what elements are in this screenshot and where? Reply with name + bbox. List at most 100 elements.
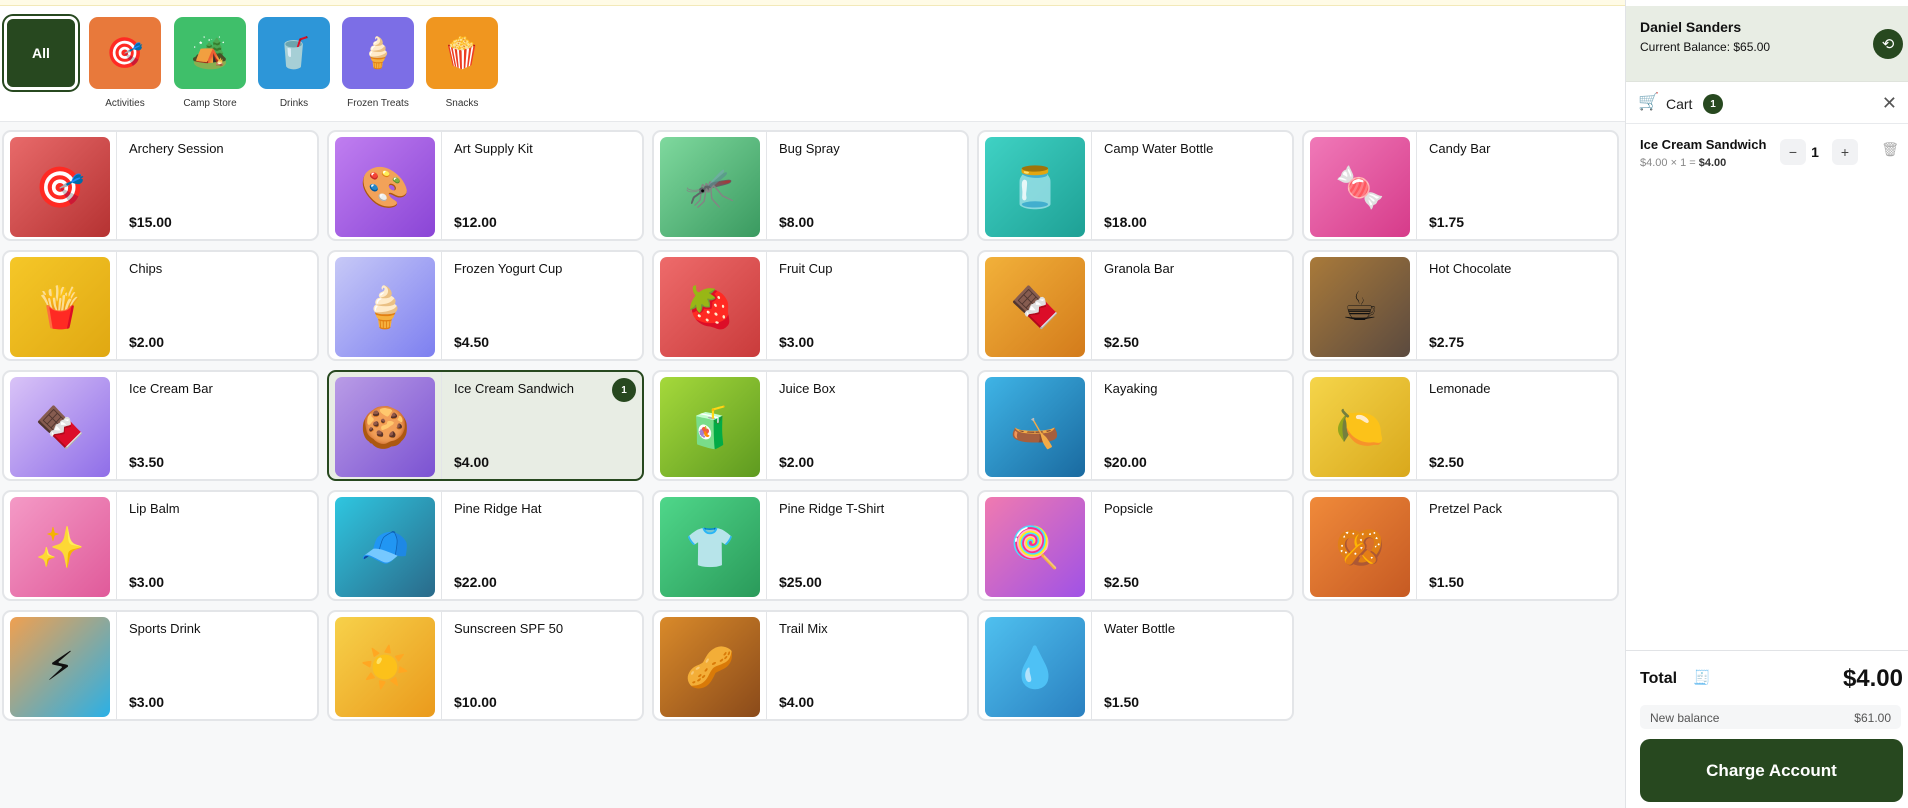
divider bbox=[1091, 372, 1092, 479]
cart-item: Ice Cream Sandwich $4.00 × 1 = $4.00 − 1… bbox=[1626, 127, 1908, 177]
divider bbox=[441, 492, 442, 599]
product-card[interactable]: 🛶 Kayaking $20.00 bbox=[977, 370, 1294, 481]
category-camp-store[interactable]: 🏕️ Camp Store bbox=[174, 17, 246, 109]
charge-account-button[interactable]: Charge Account bbox=[1640, 739, 1903, 802]
customer-name: Daniel Sanders bbox=[1640, 19, 1742, 35]
cart-header: 🛒 Cart 1 ✕ bbox=[1626, 84, 1908, 124]
product-name: Art Supply Kit bbox=[454, 141, 533, 156]
product-card[interactable]: 🎯 Archery Session $15.00 bbox=[2, 130, 319, 241]
cart-icon: 🛒 bbox=[1638, 92, 1660, 111]
trash-icon[interactable]: 🗑 bbox=[1881, 141, 1899, 158]
product-icon: 🧃 bbox=[660, 377, 760, 477]
product-price: $3.00 bbox=[779, 334, 815, 350]
product-card[interactable]: 🥨 Pretzel Pack $1.50 bbox=[1302, 490, 1619, 601]
increase-quantity-button[interactable]: + bbox=[1832, 139, 1858, 165]
close-icon[interactable]: ✕ bbox=[1882, 93, 1897, 114]
divider bbox=[766, 492, 767, 599]
product-card[interactable]: ✨ Lip Balm $3.00 bbox=[2, 490, 319, 601]
product-icon: 🍓 bbox=[660, 257, 760, 357]
product-name: Chips bbox=[129, 261, 163, 276]
divider bbox=[766, 612, 767, 719]
product-icon: 🍪 bbox=[335, 377, 435, 477]
category-icon: 🏕️ bbox=[174, 17, 246, 89]
product-name: Ice Cream Bar bbox=[129, 381, 213, 396]
total-label: Total bbox=[1640, 670, 1678, 687]
product-icon: ⚡ bbox=[10, 617, 110, 717]
product-icon: 🍋 bbox=[1310, 377, 1410, 477]
product-icon: 🍭 bbox=[985, 497, 1085, 597]
product-price: $25.00 bbox=[779, 574, 822, 590]
category-frozen-treats[interactable]: 🍦 Frozen Treats bbox=[342, 17, 414, 109]
product-card[interactable]: 🍟 Chips $2.00 bbox=[2, 250, 319, 361]
divider bbox=[766, 252, 767, 359]
product-icon: 👕 bbox=[660, 497, 760, 597]
product-price: $4.00 bbox=[454, 454, 490, 470]
decrease-quantity-button[interactable]: − bbox=[1780, 139, 1806, 165]
product-card[interactable]: 🍋 Lemonade $2.50 bbox=[1302, 370, 1619, 481]
product-icon: 🥨 bbox=[1310, 497, 1410, 597]
cart-sidebar: Daniel Sanders Current Balance: $65.00 ⟲… bbox=[1625, 0, 1908, 808]
product-name: Pine Ridge Hat bbox=[454, 501, 542, 516]
divider bbox=[1416, 372, 1417, 479]
category-icon: 🍿 bbox=[426, 17, 498, 89]
product-card[interactable]: 🍫 Granola Bar $2.50 bbox=[977, 250, 1294, 361]
product-price: $3.00 bbox=[129, 574, 165, 590]
product-card[interactable]: 🫙 Camp Water Bottle $18.00 bbox=[977, 130, 1294, 241]
divider bbox=[116, 492, 117, 599]
divider bbox=[1416, 132, 1417, 239]
product-card[interactable]: 🍭 Popsicle $2.50 bbox=[977, 490, 1294, 601]
product-name: Archery Session bbox=[129, 141, 224, 156]
product-price: $2.75 bbox=[1429, 334, 1465, 350]
divider bbox=[441, 252, 442, 359]
divider bbox=[441, 132, 442, 239]
product-card[interactable]: 🥜 Trail Mix $4.00 bbox=[652, 610, 969, 721]
product-icon: 🍫 bbox=[10, 377, 110, 477]
category-bar: All 🎯 Activities 🏕️ Camp Store 🥤 Drinks 🍦 Frozen… bbox=[0, 6, 1625, 122]
product-card[interactable]: 🍬 Candy Bar $1.75 bbox=[1302, 130, 1619, 241]
product-icon: 🎯 bbox=[10, 137, 110, 237]
product-price: $1.50 bbox=[1104, 694, 1140, 710]
product-card[interactable]: ☕ Hot Chocolate $2.75 bbox=[1302, 250, 1619, 361]
product-name: Camp Water Bottle bbox=[1104, 141, 1214, 156]
main-panel: All 🎯 Activities 🏕️ Camp Store 🥤 Drinks 🍦 Frozen… bbox=[0, 6, 1625, 808]
category-drinks[interactable]: 🥤 Drinks bbox=[258, 17, 330, 109]
product-card[interactable]: ⚡ Sports Drink $3.00 bbox=[2, 610, 319, 721]
product-card[interactable]: 🍪 Ice Cream Sandwich $4.00 1 bbox=[327, 370, 644, 481]
product-price: $12.00 bbox=[454, 214, 497, 230]
product-card[interactable]: 💧 Water Bottle $1.50 bbox=[977, 610, 1294, 721]
divider bbox=[116, 612, 117, 719]
new-balance-label: New balance bbox=[1650, 711, 1720, 725]
product-name: Sunscreen SPF 50 bbox=[454, 621, 564, 636]
product-card[interactable]: 🍦 Frozen Yogurt Cup $4.50 bbox=[327, 250, 644, 361]
product-name: Popsicle bbox=[1104, 501, 1154, 516]
divider bbox=[1416, 492, 1417, 599]
product-price: $3.50 bbox=[129, 454, 165, 470]
category-snacks[interactable]: 🍿 Snacks bbox=[426, 17, 498, 109]
checkout-footer: Total 🧾 $4.00 New balance $61.00 Charge … bbox=[1626, 650, 1908, 808]
divider bbox=[1091, 612, 1092, 719]
product-card[interactable]: ☀️ Sunscreen SPF 50 $10.00 bbox=[327, 610, 644, 721]
product-card[interactable]: 🍓 Fruit Cup $3.00 bbox=[652, 250, 969, 361]
product-card[interactable]: 🎨 Art Supply Kit $12.00 bbox=[327, 130, 644, 241]
product-card[interactable]: 🦟 Bug Spray $8.00 bbox=[652, 130, 969, 241]
divider bbox=[766, 372, 767, 479]
cart-item-subtotal: $4.00 × 1 = $4.00 bbox=[1640, 157, 1727, 169]
product-name: Bug Spray bbox=[779, 141, 840, 156]
product-price: $15.00 bbox=[129, 214, 172, 230]
category-icon: 🥤 bbox=[258, 17, 330, 89]
product-card[interactable]: 🧢 Pine Ridge Hat $22.00 bbox=[327, 490, 644, 601]
category-all[interactable]: All bbox=[4, 16, 78, 90]
category-label: Activities bbox=[105, 98, 145, 109]
product-price: $2.00 bbox=[129, 334, 165, 350]
product-card[interactable]: 🧃 Juice Box $2.00 bbox=[652, 370, 969, 481]
product-price: $10.00 bbox=[454, 694, 497, 710]
product-price: $20.00 bbox=[1104, 454, 1147, 470]
product-card[interactable]: 👕 Pine Ridge T-Shirt $25.00 bbox=[652, 490, 969, 601]
history-icon[interactable]: ⟲ bbox=[1873, 29, 1903, 59]
product-card[interactable]: 🍫 Ice Cream Bar $3.50 bbox=[2, 370, 319, 481]
category-label: Drinks bbox=[279, 98, 309, 109]
product-price: $1.50 bbox=[1429, 574, 1465, 590]
new-balance-row: New balance $61.00 bbox=[1640, 705, 1901, 729]
divider bbox=[116, 372, 117, 479]
category-activities[interactable]: 🎯 Activities bbox=[89, 17, 161, 109]
